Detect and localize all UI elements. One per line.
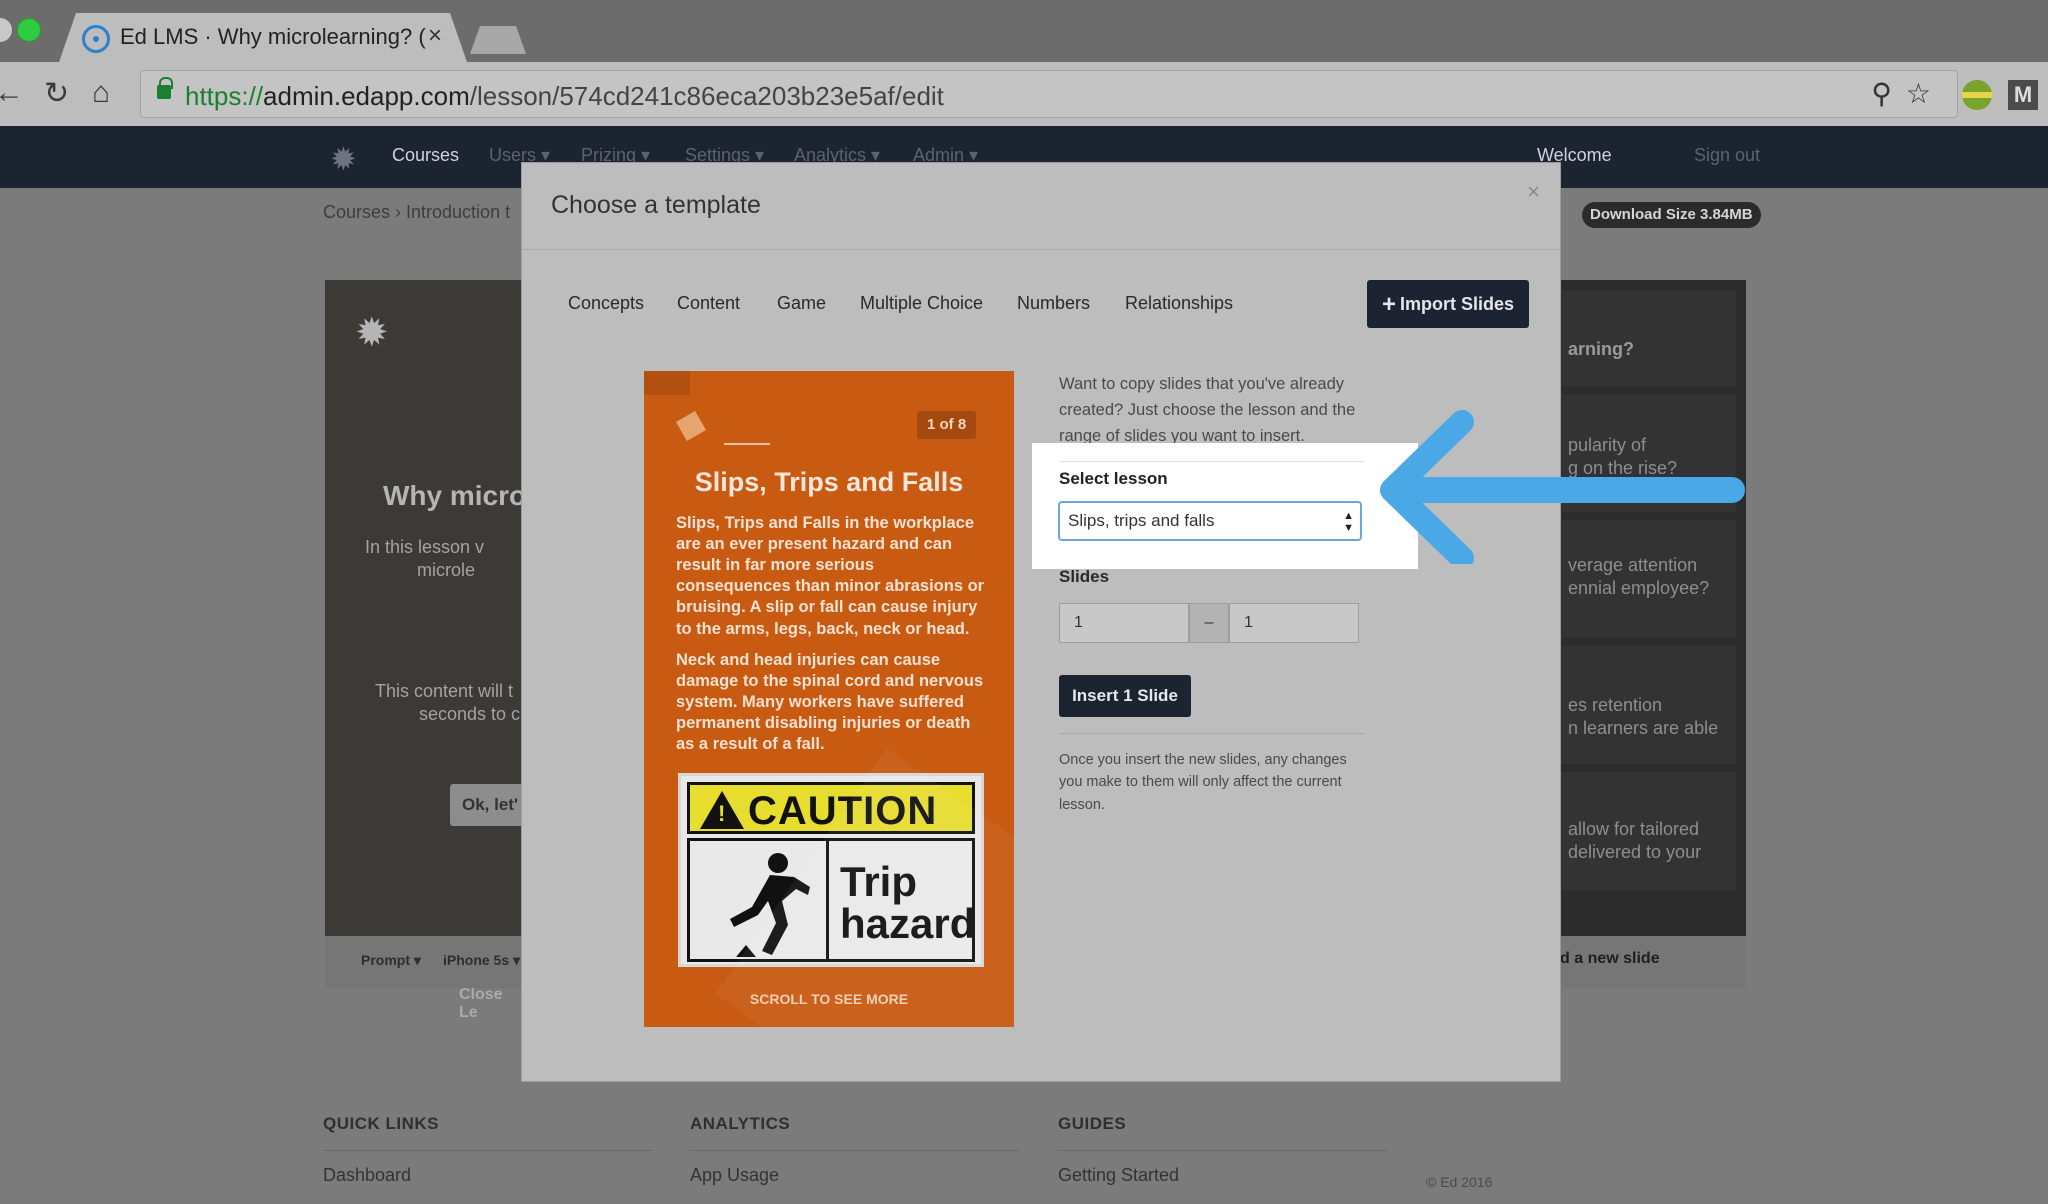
lock-icon xyxy=(157,77,173,99)
loading-icon xyxy=(82,25,110,53)
caution-sign-image: CAUTION Trip hazard xyxy=(678,773,984,967)
lesson-select[interactable]: Slips, trips and falls ▲ ▼ xyxy=(1058,501,1362,541)
warning-icon xyxy=(700,791,744,829)
card-rule xyxy=(724,443,770,445)
gear-logo-icon: ✹ xyxy=(330,141,357,177)
footer-quick-links: QUICK LINKS Dashboard xyxy=(323,1114,653,1186)
slide-list-item[interactable]: allow for tailored delivered to your xyxy=(1560,772,1736,890)
preview-ok-button[interactable]: Ok, let' xyxy=(450,784,530,826)
footer-rule xyxy=(323,1150,653,1151)
lesson-preview: ✹ Why micro In this lesson v microle Thi… xyxy=(325,280,530,1021)
nav-signout[interactable]: Sign out xyxy=(1694,145,1760,166)
tab-title: Ed LMS · Why microlearning? ( xyxy=(120,24,426,49)
zoom-bookmark-icons[interactable]: ⚲☆ xyxy=(1871,77,1945,110)
close-icon[interactable]: × xyxy=(1527,179,1540,205)
address-bar[interactable]: https://admin.edapp.com/lesson/574cd241c… xyxy=(140,70,1958,118)
scroll-hint: SCROLL TO SEE MORE xyxy=(749,991,909,1007)
tab-concepts[interactable]: Concepts xyxy=(568,293,644,314)
browser-toolbar: ← ↻ ⌂ https://admin.edapp.com/lesson/574… xyxy=(0,62,2048,126)
prompt-dropdown[interactable]: Prompt ▾ xyxy=(361,952,421,969)
url-text[interactable]: https://admin.edapp.com/lesson/574cd241c… xyxy=(185,81,944,112)
window-close-dot[interactable] xyxy=(0,18,12,42)
footer-rule xyxy=(1058,1150,1388,1151)
tab-close-icon[interactable]: × xyxy=(428,22,442,50)
modal-title: Choose a template xyxy=(551,191,761,219)
extension-m-icon[interactable]: M xyxy=(2008,80,2038,110)
caution-header: CAUTION xyxy=(687,782,975,834)
extension-icon[interactable] xyxy=(1962,80,1992,110)
card-title: Slips, Trips and Falls xyxy=(694,467,964,497)
home-icon[interactable]: ⌂ xyxy=(92,76,110,110)
insert-slide-button[interactable]: Insert 1 Slide xyxy=(1059,675,1191,717)
sign-divider xyxy=(826,841,829,959)
slide-list-item[interactable]: es retention n learners are able xyxy=(1560,646,1736,764)
select-lesson-highlight: Select lesson Slips, trips and falls ▲ ▼ xyxy=(1032,443,1418,569)
card-body: Slips, Trips and Falls in the workplace … xyxy=(676,514,985,754)
new-tab-button[interactable] xyxy=(470,26,526,54)
tab-content[interactable]: Content xyxy=(677,293,740,314)
download-size-badge: Download Size 3.84MB xyxy=(1582,202,1761,228)
footer-guides: GUIDES Getting Started xyxy=(1058,1114,1388,1186)
slide-list-item[interactable]: arning? xyxy=(1560,290,1736,386)
add-slide-label[interactable]: d a new slide xyxy=(1560,950,1660,968)
slide-list-panel: arning? pularity of g on the rise? verage… xyxy=(1560,280,1746,936)
preview-text: In this lesson v microle xyxy=(365,537,485,581)
select-arrows-icon: ▲ ▼ xyxy=(1343,510,1354,534)
slides-label: Slides xyxy=(1059,567,1110,586)
plus-icon: + xyxy=(1381,291,1396,318)
slide-from-input[interactable]: 1 xyxy=(1059,603,1189,643)
slide-to-input[interactable]: 1 xyxy=(1229,603,1359,643)
modal-divider xyxy=(522,249,1560,250)
select-lesson-label: Select lesson xyxy=(1059,469,1168,488)
add-slide-bar[interactable]: d a new slide xyxy=(1560,936,1746,988)
footer-rule xyxy=(690,1150,1020,1151)
breadcrumb[interactable]: Courses › Introduction t xyxy=(323,202,510,223)
back-icon[interactable]: ← xyxy=(0,76,24,110)
import-slides-button[interactable]: + Import Slides xyxy=(1367,280,1529,328)
browser-tab-strip: Ed LMS · Why microlearning? ( × xyxy=(0,0,2048,62)
gear-icon[interactable]: ✹ xyxy=(355,310,389,356)
tab-relationships[interactable]: Relationships xyxy=(1125,293,1233,314)
page-counter-badge: 1 of 8 xyxy=(917,411,977,439)
footer-analytics: ANALYTICS App Usage xyxy=(690,1114,1020,1186)
window-zoom-dot[interactable] xyxy=(17,18,41,42)
tab-multiple-choice[interactable]: Multiple Choice xyxy=(860,293,983,314)
import-intro-text: Want to copy slides that you've already … xyxy=(1059,375,1356,446)
range-separator: – xyxy=(1189,603,1229,643)
tab-numbers[interactable]: Numbers xyxy=(1017,293,1090,314)
caution-body: Trip hazard xyxy=(687,838,975,962)
reload-icon[interactable]: ↻ xyxy=(44,76,69,111)
slide-preview-card[interactable]: 1 of 8 Slips, Trips and Falls Slips, Tri… xyxy=(644,371,1014,1027)
form-divider xyxy=(1059,461,1364,462)
tab-game[interactable]: Game xyxy=(777,293,826,314)
preview-title: Why micro xyxy=(383,480,527,511)
preview-close-label[interactable]: Close Le xyxy=(459,986,525,1022)
brand-logo-icon xyxy=(675,410,707,442)
copyright: © Ed 2016 xyxy=(1426,1174,1493,1190)
nav-courses[interactable]: Courses xyxy=(392,145,459,166)
device-dropdown[interactable]: iPhone 5s ▾ xyxy=(443,952,520,969)
preview-toolbar: Prompt ▾ iPhone 5s ▾ xyxy=(325,936,525,988)
pointer-arrow-icon xyxy=(1380,410,1745,564)
preview-text-2: This content will t seconds to c xyxy=(375,681,521,725)
choose-template-modal: Choose a template × Concepts Content Gam… xyxy=(521,162,1561,1082)
falling-person-icon xyxy=(712,849,812,974)
insert-note: Once you insert the new slides, any chan… xyxy=(1059,752,1347,813)
form-divider xyxy=(1059,733,1365,734)
